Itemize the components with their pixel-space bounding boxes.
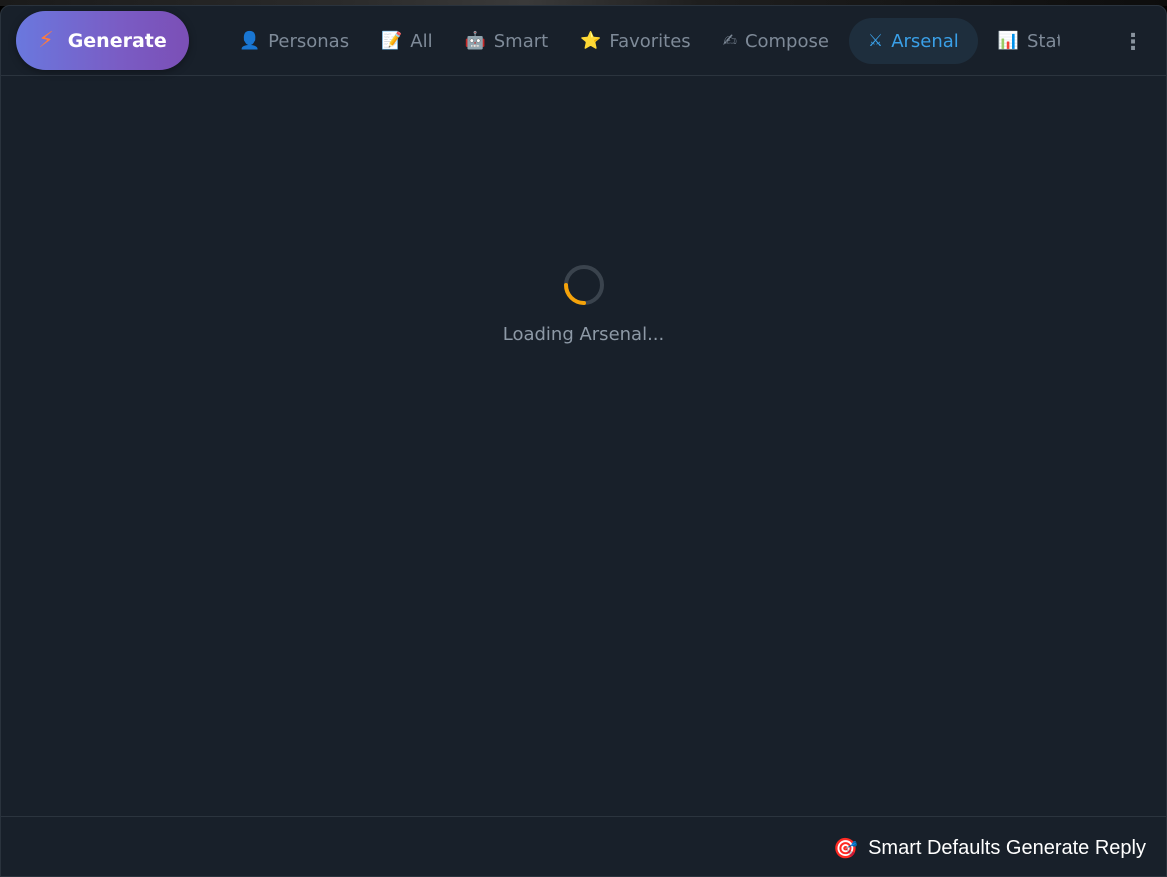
tab-label: Compose <box>744 30 829 52</box>
tab-all[interactable]: 📝 All <box>365 18 449 64</box>
generate-button[interactable]: ⚡ Generate <box>16 11 189 70</box>
smart-defaults-button[interactable]: 🎯 Smart Defaults Generate Reply <box>833 836 1146 861</box>
bolt-icon: ⚡ <box>38 27 54 53</box>
tab-compose[interactable]: ✍ Compose <box>707 18 845 64</box>
target-icon: 🎯 <box>833 838 859 860</box>
loading-indicator: Loading Arsenal... <box>1 264 1166 345</box>
memo-icon: 📝 <box>381 30 403 51</box>
tab-list: 👤 Personas 📝 All 🤖 Smart ⭐ Favorites ✍ C… <box>223 18 1060 64</box>
tab-label: Arsenal <box>891 30 959 52</box>
tab-favorites[interactable]: ⭐ Favorites <box>564 18 706 64</box>
robot-icon: 🤖 <box>464 30 486 51</box>
tab-label: Personas <box>268 30 350 52</box>
tab-label: Smart <box>493 30 549 52</box>
star-icon: ⭐ <box>580 30 602 51</box>
crossed-swords-icon: ⚔ <box>867 30 884 51</box>
more-options-icon[interactable]: ⋮ <box>1119 26 1147 58</box>
writing-hand-icon: ✍ <box>722 30 737 51</box>
person-icon: 👤 <box>239 30 261 51</box>
tab-personas[interactable]: 👤 Personas <box>223 18 365 64</box>
spinner-icon <box>563 265 604 305</box>
generate-label: Generate <box>67 29 167 52</box>
loading-text: Loading Arsenal... <box>502 324 665 345</box>
tab-stats[interactable]: 📊 Stat <box>982 18 1060 64</box>
tab-arsenal[interactable]: ⚔ Arsenal <box>848 18 978 64</box>
footer-bar: 🎯 Smart Defaults Generate Reply <box>1 816 1166 876</box>
tab-bar: ⚡ Generate 👤 Personas 📝 All 🤖 Smart ⭐ Fa… <box>1 6 1166 76</box>
tab-label: Stat <box>1026 30 1060 52</box>
tab-smart[interactable]: 🤖 Smart <box>449 18 565 64</box>
tab-label: Favorites <box>609 30 691 52</box>
footer-label-text: Smart Defaults Generate Reply <box>868 837 1146 859</box>
extension-panel: ⚡ Generate 👤 Personas 📝 All 🤖 Smart ⭐ Fa… <box>0 5 1167 877</box>
bar-chart-icon: 📊 <box>997 30 1019 51</box>
tab-label: All <box>410 30 433 52</box>
